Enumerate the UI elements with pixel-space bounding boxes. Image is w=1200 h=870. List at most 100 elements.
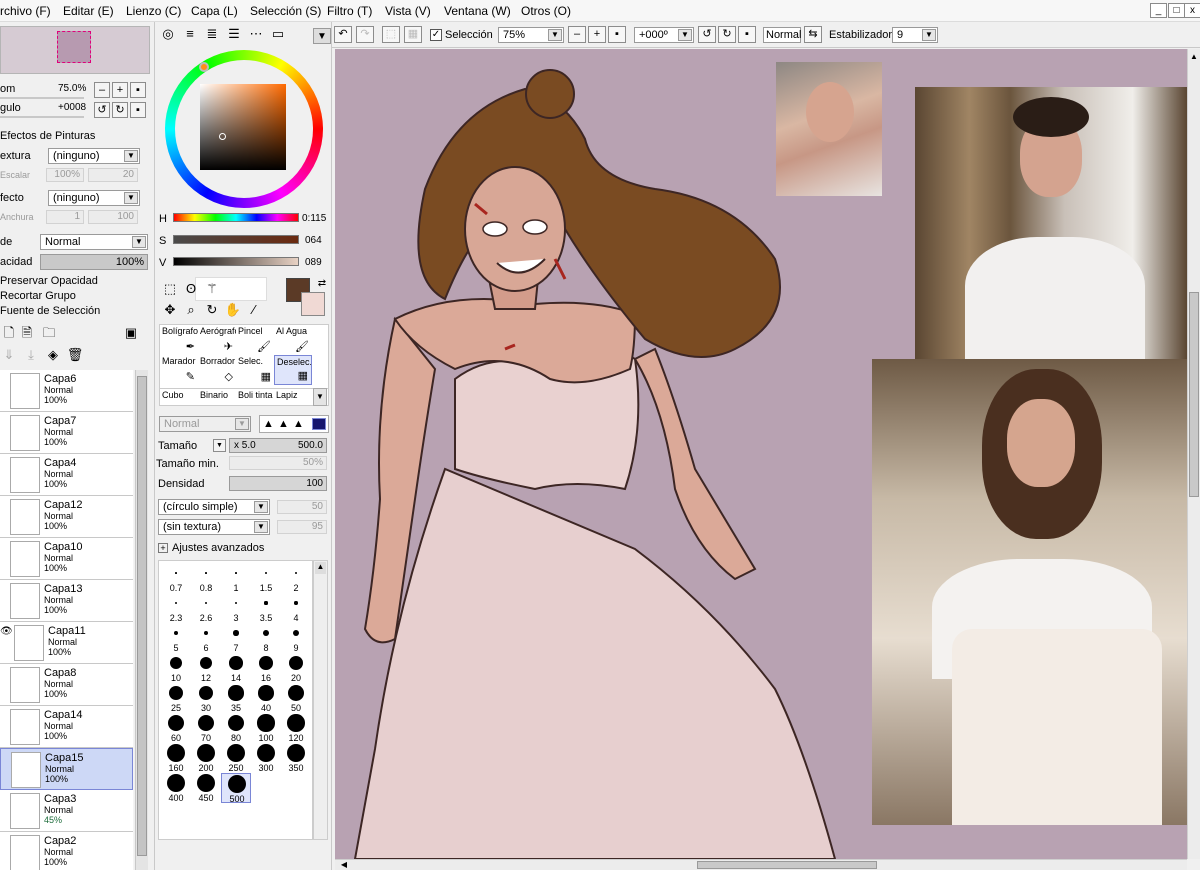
tool-bucket[interactable]: Cubo <box>160 389 198 405</box>
selection-source-checkbox[interactable]: Fuente de Selección <box>0 305 100 317</box>
edge-hard-icon[interactable]: ▲ <box>263 418 274 430</box>
advanced-settings-label[interactable]: Ajustes avanzados <box>172 542 264 554</box>
menu-filter[interactable]: Filtro (T) <box>327 4 372 18</box>
brush-size-preset[interactable]: 250 <box>221 743 251 773</box>
menu-other[interactable]: Otros (O) <box>521 4 571 18</box>
brush-size-preset[interactable]: 50 <box>281 683 311 713</box>
brush-size-preset[interactable]: 10 <box>161 653 191 683</box>
maximize-button[interactable]: □ <box>1168 3 1185 18</box>
layer-item[interactable]: Capa2 Normal 100% <box>0 832 133 870</box>
new-folder-icon[interactable]: 🗀 <box>40 325 58 341</box>
brush-size-slider[interactable]: x 5.0 500.0 <box>229 438 327 453</box>
zoom-out-button[interactable]: – <box>94 82 110 98</box>
brush-edge-selector[interactable]: ▲ ▲ ▲ <box>259 415 329 433</box>
tool-eraser[interactable]: Borrador ◇ <box>198 355 236 385</box>
selection-checkbox[interactable]: ✓ <box>430 29 442 41</box>
merge-down-icon[interactable]: ⤓ <box>22 347 40 363</box>
brush-size-preset[interactable]: 400 <box>161 773 191 803</box>
brush-size-preset[interactable]: 300 <box>251 743 281 773</box>
toolbar-rotate-right-button[interactable]: ↻ <box>718 26 736 43</box>
zoom-reset-button[interactable]: ▪ <box>130 82 146 98</box>
brush-size-preset[interactable]: 9 <box>281 623 311 653</box>
layer-item[interactable]: Capa7 Normal 100% <box>0 412 133 454</box>
tool-deselect[interactable]: Deselec. ▦ <box>274 355 312 385</box>
brush-size-preset[interactable]: 1 <box>221 563 251 593</box>
brush-size-preset[interactable]: 0.7 <box>161 563 191 593</box>
brush-size-dropdown[interactable]: ▼ <box>213 439 226 452</box>
saturation-slider[interactable] <box>173 235 299 244</box>
layer-item[interactable]: Capa10 Normal 100% <box>0 538 133 580</box>
saturation-value-square[interactable] <box>200 84 286 170</box>
brush-size-preset[interactable]: 2 <box>281 563 311 593</box>
edge-soft-icon[interactable]: ▲ <box>293 418 304 430</box>
tool-airbrush[interactable]: Aerógrafo ✈ <box>198 325 236 355</box>
minimize-button[interactable]: _ <box>1150 3 1167 18</box>
layer-item-selected[interactable]: Capa15 Normal 100% <box>0 748 133 790</box>
brush-size-preset[interactable]: 450 <box>191 773 221 803</box>
blend-mode-dropdown[interactable]: Normal ▼ <box>40 234 148 250</box>
brush-size-preset[interactable]: 4 <box>281 593 311 623</box>
menu-window[interactable]: Ventana (W) <box>444 4 511 18</box>
tool-watercolor[interactable]: Al Agua 🖌 <box>274 325 312 355</box>
vertical-scroll-thumb[interactable] <box>1189 292 1199 497</box>
preserve-opacity-checkbox[interactable]: Preservar Opacidad <box>0 275 98 287</box>
clip-group-checkbox[interactable]: Recortar Grupo <box>0 290 76 302</box>
toolbar-rotate-left-button[interactable]: ↺ <box>698 26 716 43</box>
brush-size-preset[interactable]: 35 <box>221 683 251 713</box>
opacity-slider[interactable]: 100% <box>40 254 148 270</box>
brush-size-preset[interactable]: 2.3 <box>161 593 191 623</box>
brush-shape-dropdown[interactable]: (círculo simple) ▼ <box>158 499 270 515</box>
brush-size-preset[interactable]: 2.6 <box>191 593 221 623</box>
flip-horizontal-button[interactable]: ⇆ <box>804 26 822 43</box>
brush-mode-dropdown[interactable]: Normal ▼ <box>159 416 251 432</box>
expand-advanced-icon[interactable]: + <box>158 543 168 553</box>
rotate-reset-button[interactable]: ▪ <box>130 102 146 118</box>
texture-dropdown[interactable]: (ninguno) ▼ <box>48 148 140 164</box>
rgb-slider-tab-icon[interactable]: ≡ <box>181 26 199 42</box>
brush-size-preset[interactable]: 1.5 <box>251 563 281 593</box>
horizontal-scroll-thumb[interactable] <box>697 861 877 869</box>
tool-ink-pen[interactable]: Boli tinta <box>236 389 274 405</box>
brush-size-preset[interactable]: 80 <box>221 713 251 743</box>
brush-size-preset[interactable]: 0.8 <box>191 563 221 593</box>
value-slider[interactable] <box>173 257 299 266</box>
tool-binary[interactable]: Binario <box>198 389 236 405</box>
blend-mode-box[interactable]: Normal <box>763 27 801 43</box>
redo-button[interactable]: ↷ <box>356 26 374 43</box>
menu-layer[interactable]: Capa (L) <box>191 4 238 18</box>
layer-item[interactable]: Capa12 Normal 100% <box>0 496 133 538</box>
brush-size-preset[interactable]: 3.5 <box>251 593 281 623</box>
brush-size-preset-selected[interactable]: 500 <box>221 773 251 804</box>
layer-item[interactable]: Capa4 Normal 100% <box>0 454 133 496</box>
tool-select[interactable]: Selec. ▦ <box>236 355 274 385</box>
clear-layer-icon[interactable]: ◈ <box>44 347 62 363</box>
swap-colors-icon[interactable]: ⇄ <box>313 276 331 292</box>
zoom-in-button[interactable]: + <box>112 82 128 98</box>
rotate-left-button[interactable]: ↺ <box>94 102 110 118</box>
tool-pen[interactable]: Bolígrafo ✒ <box>160 325 198 355</box>
layer-item[interactable]: Capa3 Normal 45% <box>0 790 133 832</box>
secondary-color-swatch[interactable] <box>301 292 325 316</box>
move-icon[interactable]: ✥ <box>161 302 179 318</box>
swatch-tab-icon[interactable]: ⋯ <box>247 26 265 42</box>
edge-medium-icon[interactable]: ▲ <box>278 418 289 430</box>
menu-file[interactable]: rchivo (F) <box>0 4 51 18</box>
menu-edit[interactable]: Editar (E) <box>63 4 114 18</box>
brush-size-preset[interactable]: 160 <box>161 743 191 773</box>
zoom-slider[interactable] <box>0 97 84 99</box>
tool-pencil[interactable]: Lapiz <box>274 389 312 405</box>
brush-size-preset[interactable]: 5 <box>161 623 191 653</box>
close-button[interactable]: x <box>1184 3 1200 18</box>
scroll-up-arrow-icon[interactable]: ▲ <box>1189 52 1199 64</box>
layer-item[interactable]: Capa8 Normal 100% <box>0 664 133 706</box>
reference-photo-1[interactable] <box>776 62 882 196</box>
brush-size-preset[interactable]: 70 <box>191 713 221 743</box>
reference-photo-2[interactable] <box>915 87 1187 359</box>
layer-item[interactable]: 👁 Capa11 Normal 100% <box>0 622 133 664</box>
brush-size-preset[interactable]: 120 <box>281 713 311 743</box>
scroll-left-arrow-icon[interactable]: ◀ <box>338 860 350 870</box>
stabilizer-dropdown[interactable]: 9 ▼ <box>892 27 938 43</box>
tool-marker[interactable]: Marador ✎ <box>160 355 198 385</box>
reference-photo-3[interactable] <box>872 359 1187 825</box>
transfer-down-icon[interactable]: ⇓ <box>0 347 18 363</box>
